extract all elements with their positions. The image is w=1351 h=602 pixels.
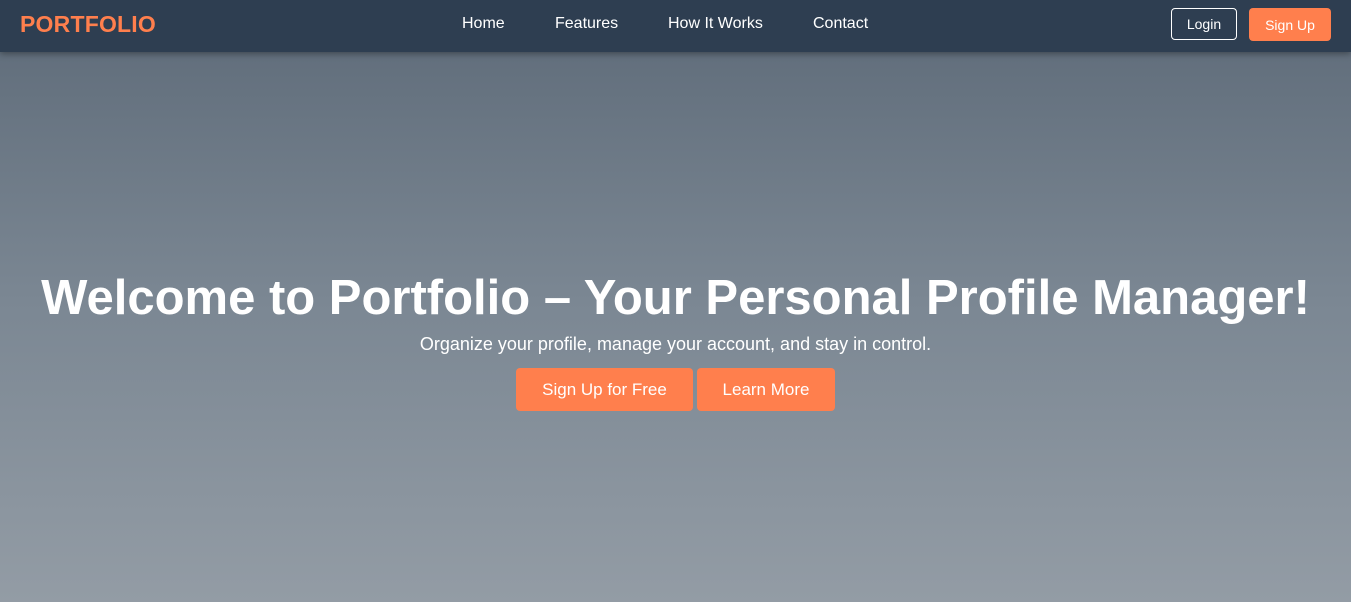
signup-free-button[interactable]: Sign Up for Free bbox=[516, 368, 693, 411]
nav-link-how-it-works[interactable]: How It Works bbox=[668, 15, 763, 33]
hero-subtitle: Organize your profile, manage your accou… bbox=[419, 334, 932, 354]
signup-button[interactable]: Sign Up bbox=[1249, 8, 1331, 41]
hero-title: Welcome to Portfolio – Your Personal Pro… bbox=[41, 271, 1310, 325]
nav-link-contact[interactable]: Contact bbox=[813, 15, 868, 33]
nav-links: Home Features How It Works Contact bbox=[0, 15, 1351, 35]
learn-more-button[interactable]: Learn More bbox=[697, 368, 835, 411]
login-button[interactable]: Login bbox=[1171, 8, 1237, 40]
nav-link-home[interactable]: Home bbox=[462, 15, 505, 33]
top-navbar: PORTFOLIO Home Features How It Works Con… bbox=[0, 0, 1351, 52]
hero-section: Welcome to Portfolio – Your Personal Pro… bbox=[0, 52, 1351, 602]
nav-link-features[interactable]: Features bbox=[555, 15, 618, 33]
